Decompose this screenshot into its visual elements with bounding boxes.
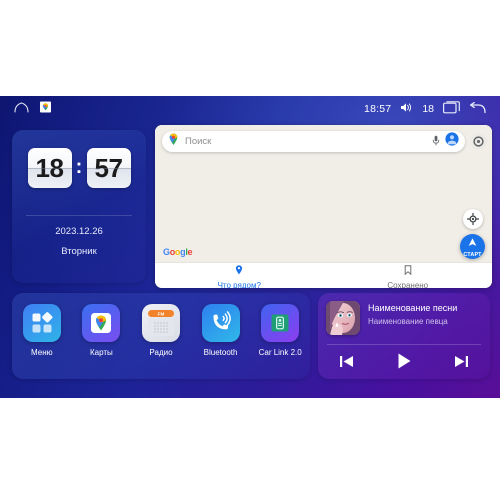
home-icon[interactable] [14,100,29,118]
google-logo-g6: e [187,247,193,257]
menu-grid-icon [22,304,61,342]
app-car-link[interactable]: Car Link 2.0 [254,304,306,357]
clock-widget[interactable]: 18 : 57 2023.12.26 Вторник [12,130,146,283]
start-button-label: СТАРТ [463,252,482,258]
status-bar-left [0,100,51,118]
google-maps-widget[interactable]: Поиск Google СТАРТ Что рядом? Сохранено [155,125,492,288]
radio-icon: FM [141,304,180,342]
map-bottom-tabs: Что рядом? Сохранено [155,262,492,288]
app-maps-label: Карты [89,348,113,357]
map-tab-nearby[interactable]: Что рядом? [155,263,324,288]
volume-icon[interactable] [400,102,413,116]
song-title: Наименование песни [368,303,458,313]
music-controls [318,351,490,376]
start-navigation-button[interactable]: СТАРТ [460,234,485,259]
app-dock: Меню Карты FM Радио Bluetooth Car Link 2… [12,293,310,379]
app-bluetooth[interactable]: Bluetooth [195,304,247,357]
music-player-widget[interactable]: Наименование песни Наименование певца [318,293,490,379]
volume-level: 18 [422,103,434,115]
app-radio-label: Радио [149,348,173,357]
clock-divider [26,215,132,216]
map-tab-saved-label: Сохранено [387,280,429,289]
google-maps-notification-icon[interactable] [40,100,51,118]
app-menu[interactable]: Меню [16,304,68,357]
app-bluetooth-label: Bluetooth [203,348,238,357]
bluetooth-phone-icon [201,304,240,342]
microphone-icon[interactable] [432,133,440,151]
nearby-pin-icon [235,262,243,280]
clock-minutes: 57 [86,148,131,188]
clock-hours: 18 [27,148,72,188]
navigation-arrow-icon [467,235,478,253]
map-search-bar[interactable]: Поиск [162,131,465,152]
status-bar-clock: 18:57 [364,103,392,115]
status-bar: 18:57 18 [0,96,500,122]
music-metadata: Наименование песни Наименование певца [368,301,457,326]
map-pin-icon [168,133,179,151]
map-settings-icon[interactable] [470,133,487,150]
google-logo: Google [163,247,193,257]
play-icon [394,351,414,376]
map-tab-nearby-label: Что рядом? [217,280,261,289]
account-avatar-icon[interactable] [445,132,459,151]
google-logo-g1: G [163,247,170,257]
map-tab-saved[interactable]: Сохранено [324,263,493,288]
app-radio[interactable]: FM Радио [135,304,187,357]
maps-pin-icon [82,304,121,342]
clock-date: 2023.12.26 [55,226,103,237]
music-now-playing: Наименование песни Наименование певца [326,301,457,335]
skip-previous-icon [338,353,355,375]
map-search-input[interactable]: Поиск [184,136,427,147]
back-icon[interactable] [469,101,486,117]
recents-icon[interactable] [443,101,460,117]
previous-track-button[interactable] [338,353,355,375]
bookmark-icon [404,262,412,280]
app-dock-items: Меню Карты FM Радио Bluetooth Car Link 2… [12,304,310,357]
app-menu-label: Меню [30,348,53,357]
next-track-button[interactable] [453,353,470,375]
song-artist: Наименование певца [368,317,448,326]
album-art [326,301,360,335]
app-car-link-label: Car Link 2.0 [258,348,302,357]
map-canvas[interactable]: Поиск Google СТАРТ [155,125,492,263]
clock-digits: 18 : 57 [12,148,146,188]
clock-colon: : [75,155,83,178]
play-button[interactable] [394,351,414,376]
svg-text:FM: FM [158,311,165,316]
car-link-phone-icon [261,304,300,342]
device-screen: 18:57 18 18: 57 2023.12.26 Вторник Поис… [0,96,500,398]
status-bar-right: 18:57 18 [364,101,500,117]
locate-me-icon[interactable] [463,209,483,229]
music-divider [327,344,481,345]
skip-next-icon [453,353,470,375]
clock-weekday: Вторник [61,246,97,257]
app-maps[interactable]: Карты [75,304,127,357]
